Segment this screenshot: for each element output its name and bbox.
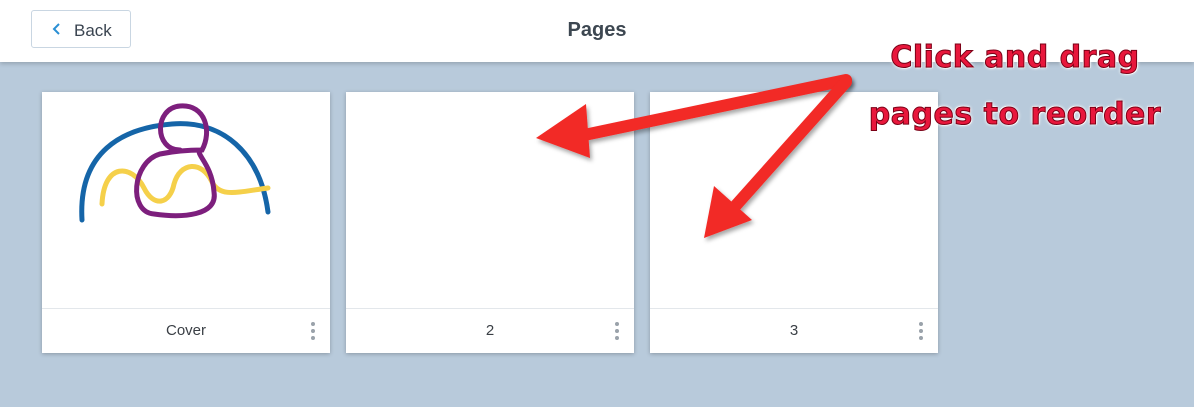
card-footer: Cover: [42, 308, 330, 353]
page-card-2[interactable]: 2: [346, 92, 634, 353]
page-label: 2: [485, 322, 495, 339]
annotation-line-2: pages to reorder: [868, 97, 1162, 133]
annotation-line-1: Click and drag: [890, 40, 1140, 76]
card-footer: 2: [346, 308, 634, 353]
page-label: 3: [789, 322, 799, 339]
page-title: Pages: [567, 19, 627, 41]
doodle-drawing: [79, 103, 271, 223]
more-vertical-icon[interactable]: [310, 322, 316, 340]
page-thumbnail: [346, 92, 634, 308]
more-vertical-icon[interactable]: [614, 322, 620, 340]
page-label: Cover: [165, 322, 206, 339]
more-vertical-icon[interactable]: [918, 322, 924, 340]
page-card-cover[interactable]: Cover: [42, 92, 330, 353]
page-thumbnail: [42, 92, 330, 308]
card-footer: 3: [650, 308, 938, 353]
